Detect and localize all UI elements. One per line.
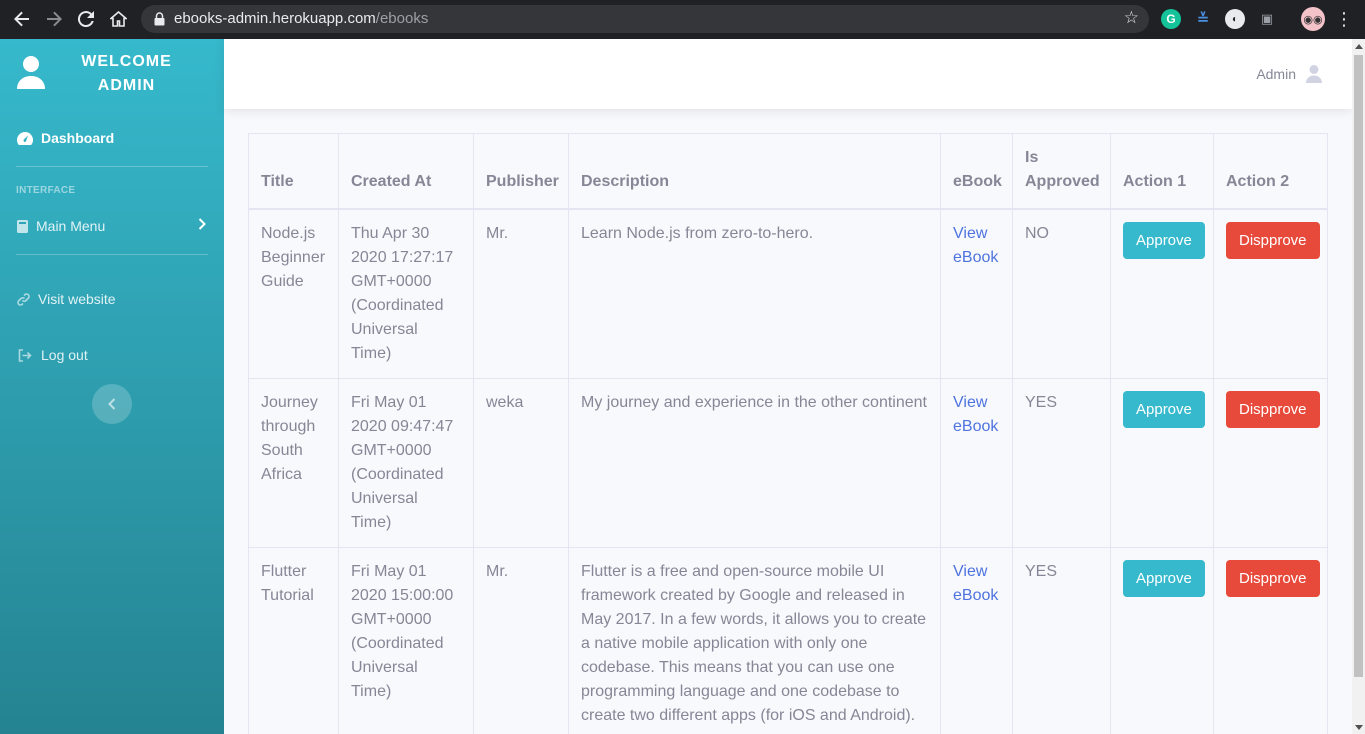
scroll-down-arrow-icon[interactable] <box>1355 725 1363 730</box>
browser-menu-icon[interactable]: ⋮ <box>1333 8 1355 30</box>
home-icon[interactable] <box>107 8 129 30</box>
sidebar-item-main-menu[interactable]: Main Menu <box>16 214 208 238</box>
back-icon[interactable] <box>11 8 33 30</box>
sidebar-item-dashboard[interactable]: Dashboard <box>16 126 208 150</box>
sidebar-item-visit-website[interactable]: Visit website <box>16 287 208 311</box>
cell-action2: Dispprove <box>1213 547 1328 734</box>
cell-created-at: Fri May 01 2020 15:00:00 GMT+0000 (Coord… <box>338 547 474 734</box>
scrollbar-thumb[interactable] <box>1354 55 1363 677</box>
approve-button[interactable]: Approve <box>1123 560 1205 597</box>
ebooks-table-container: Title Created At Publisher Description e… <box>248 133 1328 734</box>
book-icon <box>16 219 29 233</box>
page-scrollbar[interactable] <box>1352 39 1365 734</box>
sidebar-toggle-button[interactable] <box>92 384 132 424</box>
disapprove-button[interactable]: Dispprove <box>1226 391 1320 428</box>
cell-publisher: Mr. <box>473 208 569 379</box>
cell-action1: Approve <box>1110 547 1214 734</box>
cell-action2: Dispprove <box>1213 208 1328 379</box>
disapprove-button[interactable]: Dispprove <box>1226 222 1320 259</box>
tachometer-icon <box>16 131 34 145</box>
view-ebook-link[interactable]: View eBook <box>953 394 998 435</box>
user-name: Admin <box>1256 66 1296 82</box>
sidebar-brand[interactable]: WELCOME ADMIN <box>0 39 224 109</box>
table-header-row: Title Created At Publisher Description e… <box>248 133 1328 210</box>
cell-ebook: View eBook <box>940 208 1013 379</box>
user-icon <box>17 56 45 89</box>
column-header-description: Description <box>568 133 941 210</box>
cell-description: Learn Node.js from zero-to-hero. <box>568 208 941 379</box>
address-bar[interactable]: ebooks-admin.herokuapp.com/ebooks ☆ <box>141 5 1149 33</box>
pocket-extension-icon[interactable]: ≚ <box>1193 9 1213 29</box>
cell-ebook: View eBook <box>940 547 1013 734</box>
grammarly-extension-icon[interactable]: G <box>1161 9 1181 29</box>
brand-title: WELCOME ADMIN <box>60 50 193 98</box>
table-row: Node.js Beginner Guide Thu Apr 30 2020 1… <box>248 208 1328 379</box>
user-dropdown[interactable]: Admin <box>1256 65 1322 83</box>
chevron-left-icon <box>108 398 116 410</box>
cell-description: Flutter is a free and open-source mobile… <box>568 547 941 734</box>
tabs-extension-icon[interactable]: ▣ <box>1257 9 1277 29</box>
cell-action1: Approve <box>1110 378 1214 548</box>
cell-title: Node.js Beginner Guide <box>248 208 339 379</box>
column-header-title: Title <box>248 133 339 210</box>
url-text: ebooks-admin.herokuapp.com/ebooks <box>174 10 429 27</box>
sidebar-item-logout[interactable]: Log out <box>16 343 208 367</box>
extension-icon[interactable]: ◐ <box>1225 9 1245 29</box>
sidebar-item-label: Visit website <box>38 291 116 307</box>
cell-approved: YES <box>1012 378 1111 548</box>
view-ebook-link[interactable]: View eBook <box>953 225 998 266</box>
reload-icon[interactable] <box>75 8 97 30</box>
sidebar-item-label: Dashboard <box>41 130 115 146</box>
cell-approved: NO <box>1012 208 1111 379</box>
bookmark-star-icon[interactable]: ☆ <box>1124 8 1139 28</box>
sidebar-divider <box>16 166 208 167</box>
column-header-approved: Is Approved <box>1012 133 1111 210</box>
cell-title: Flutter Tutorial <box>248 547 339 734</box>
cell-description: My journey and experience in the other c… <box>568 378 941 548</box>
cell-publisher: weka <box>473 378 569 548</box>
cell-publisher: Mr. <box>473 547 569 734</box>
cell-action1: Approve <box>1110 208 1214 379</box>
cell-approved: YES <box>1012 547 1111 734</box>
ebooks-table: Title Created At Publisher Description e… <box>248 133 1328 734</box>
sign-out-icon <box>16 348 34 362</box>
brand-line-2: ADMIN <box>97 77 156 94</box>
sidebar-heading: INTERFACE <box>16 185 76 196</box>
approve-button[interactable]: Approve <box>1123 222 1205 259</box>
sidebar-divider <box>16 254 208 255</box>
sidebar-item-label: Log out <box>41 347 88 363</box>
browser-toolbar: ebooks-admin.herokuapp.com/ebooks ☆ G ≚ … <box>0 0 1365 39</box>
table-row: Journey through South Africa Fri May 01 … <box>248 378 1328 548</box>
cell-title: Journey through South Africa <box>248 378 339 548</box>
column-header-created-at: Created At <box>338 133 474 210</box>
column-header-ebook: eBook <box>940 133 1013 210</box>
approve-button[interactable]: Approve <box>1123 391 1205 428</box>
lock-icon <box>154 12 165 26</box>
chevron-right-icon <box>198 218 206 230</box>
forward-icon[interactable] <box>43 8 65 30</box>
link-icon <box>16 292 31 306</box>
sidebar-item-label: Main Menu <box>36 218 106 234</box>
column-header-publisher: Publisher <box>473 133 569 210</box>
user-avatar-icon <box>1306 65 1322 83</box>
cell-created-at: Thu Apr 30 2020 17:27:17 GMT+0000 (Coord… <box>338 208 474 379</box>
column-header-action2: Action 2 <box>1213 133 1328 210</box>
disapprove-button[interactable]: Dispprove <box>1226 560 1320 597</box>
profile-avatar-icon[interactable]: ◉◉ <box>1301 7 1325 31</box>
topbar: Admin <box>224 39 1352 109</box>
brand-line-1: WELCOME <box>81 53 172 70</box>
table-row: Flutter Tutorial Fri May 01 2020 15:00:0… <box>248 547 1328 734</box>
cell-created-at: Fri May 01 2020 09:47:47 GMT+0000 (Coord… <box>338 378 474 548</box>
view-ebook-link[interactable]: View eBook <box>953 563 998 604</box>
cell-action2: Dispprove <box>1213 378 1328 548</box>
column-header-action1: Action 1 <box>1110 133 1214 210</box>
sidebar: WELCOME ADMIN Dashboard INTERFACE Main M… <box>0 39 224 734</box>
scroll-up-arrow-icon[interactable] <box>1355 44 1363 49</box>
cell-ebook: View eBook <box>940 378 1013 548</box>
